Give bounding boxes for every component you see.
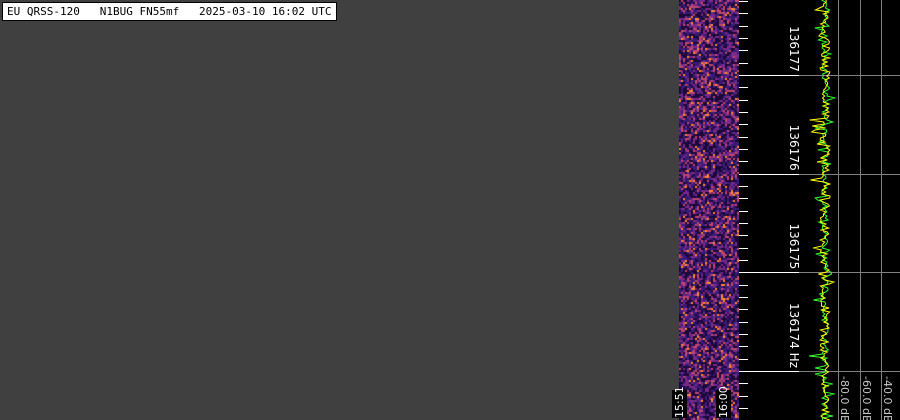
db-label: -60.0 dB	[860, 376, 873, 420]
frequency-label: 136177	[787, 26, 799, 72]
frequency-label: 136175	[787, 223, 799, 269]
db-label: -80.0 dB	[838, 376, 851, 420]
grabber-window: EU QRSS-120 N1BUG FN55mf 2025-03-10 16:0…	[0, 0, 900, 420]
frequency-label: 136176	[787, 125, 799, 171]
empty-display-area	[0, 0, 679, 420]
frequency-label: 136174 Hz	[787, 303, 799, 368]
time-label-end: 16:00	[716, 386, 731, 418]
grabber-title: EU QRSS-120 N1BUG FN55mf 2025-03-10 16:0…	[2, 2, 337, 21]
waterfall-display	[679, 0, 739, 420]
spectrum-plot: -80.0 dB -60.0 dB -40.0 dB	[799, 0, 900, 420]
frequency-axis: 136177 136176 136175 136174 Hz	[739, 1, 799, 409]
db-label: -40.0 dB	[881, 376, 894, 420]
time-label-start: 15:51	[672, 386, 687, 418]
